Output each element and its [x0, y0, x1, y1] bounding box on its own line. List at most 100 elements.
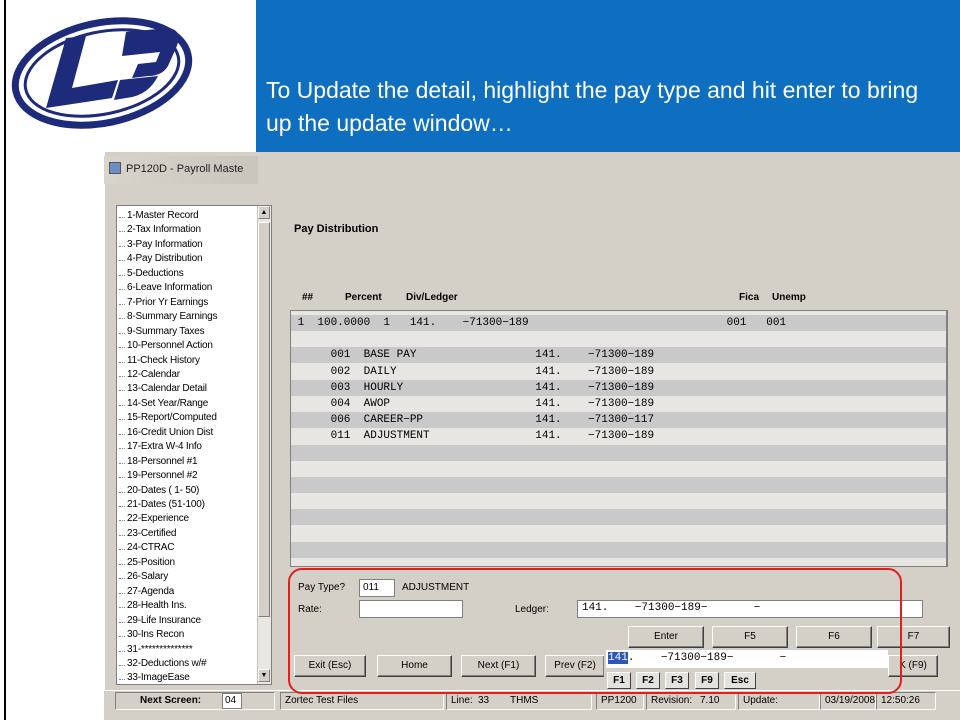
- nav-item[interactable]: 10-Personnel Action: [127, 340, 213, 351]
- rate-input[interactable]: [359, 600, 463, 618]
- nav-item[interactable]: 11-Check History: [127, 355, 200, 366]
- nav-item[interactable]: 2-Tax Information: [127, 224, 201, 235]
- popup-f1-button[interactable]: F1: [607, 672, 631, 689]
- pay-type-row[interactable]: [291, 331, 947, 347]
- update-label: Update:: [738, 692, 820, 710]
- nav-item[interactable]: 3-Pay Information: [127, 239, 203, 250]
- col-header-divledger: Div/Ledger: [406, 292, 458, 303]
- nav-item[interactable]: 33-ImageEase: [127, 672, 190, 683]
- pay-type-row[interactable]: [291, 477, 947, 493]
- pay-type-input[interactable]: 011: [359, 579, 395, 597]
- scroll-up-icon[interactable]: ▲: [258, 206, 270, 219]
- nav-tree-connector: [119, 448, 125, 450]
- nav-tree-connector: [119, 549, 125, 551]
- program-id: PP1200: [596, 692, 644, 710]
- next-button[interactable]: Next (F1): [461, 655, 536, 677]
- nav-tree-connector: [119, 318, 125, 320]
- exit-button[interactable]: Exit (Esc): [294, 655, 366, 677]
- nav-item[interactable]: 29-Life Insurance: [127, 615, 201, 626]
- nav-scroll-thumb[interactable]: [258, 222, 270, 617]
- nav-tree-connector: [119, 520, 125, 522]
- nav-item[interactable]: 32-Deductions w/#: [127, 658, 207, 669]
- prev-button[interactable]: Prev (F2): [545, 655, 605, 677]
- nav-tree-connector: [119, 563, 125, 565]
- nav-item[interactable]: 28-Health Ins.: [127, 600, 187, 611]
- company-name: Zortec Test Files: [280, 692, 444, 710]
- screen-nav-list[interactable]: 1-Master Record 2-Tax Information 3-Pay In…: [116, 205, 272, 685]
- f5-button[interactable]: F5: [712, 626, 788, 648]
- enter-button[interactable]: Enter: [628, 626, 704, 648]
- nav-item[interactable]: 6-Leave Information: [127, 282, 212, 293]
- nav-item[interactable]: 15-Report/Computed: [127, 412, 217, 423]
- nav-tree-connector: [119, 390, 125, 392]
- nav-item[interactable]: 13-Calendar Detail: [127, 383, 207, 394]
- popup-f3-button[interactable]: F3: [665, 672, 689, 689]
- ledger-input[interactable]: 141. −71300−189− −: [577, 600, 923, 618]
- nav-item[interactable]: 8-Summary Earnings: [127, 311, 218, 322]
- nav-item[interactable]: 1-Master Record: [127, 210, 199, 221]
- pay-type-row[interactable]: [291, 541, 947, 558]
- f7-button[interactable]: F7: [877, 626, 950, 648]
- pay-type-row[interactable]: [291, 558, 947, 566]
- popup-f9-button[interactable]: F9: [695, 672, 719, 689]
- nav-item[interactable]: 22-Experience: [127, 513, 189, 524]
- scroll-down-icon[interactable]: ▼: [258, 669, 270, 682]
- col-header-fica: Fica: [739, 292, 760, 303]
- line-label: Line:: [446, 692, 474, 710]
- nav-item[interactable]: 31-**************: [127, 644, 193, 655]
- pay-type-row[interactable]: 002 DAILY 141. −71300−189: [291, 364, 947, 380]
- popup-f2-button[interactable]: F2: [636, 672, 660, 689]
- next-screen-input[interactable]: 04: [222, 693, 242, 709]
- nav-tree-connector: [119, 578, 125, 580]
- ledger-label: Ledger:: [515, 604, 549, 615]
- revision-value: 7.10: [696, 692, 736, 710]
- nav-item[interactable]: 24-CTRAC: [127, 542, 174, 553]
- next-screen-label: Next Screen:: [115, 692, 275, 710]
- nav-tree-connector: [119, 491, 125, 493]
- nav-item[interactable]: 23-Certified: [127, 528, 176, 539]
- ok-button[interactable]: K (F9): [888, 655, 938, 677]
- nav-tree-connector: [119, 289, 125, 291]
- nav-item[interactable]: 20-Dates ( 1- 50): [127, 485, 199, 496]
- distribution-row[interactable]: 1 100.0000 1 141. −71300−189 001 001: [291, 315, 947, 331]
- app-icon: [109, 162, 121, 174]
- nav-tree-connector: [119, 245, 125, 247]
- nav-item[interactable]: 17-Extra W-4 Info: [127, 441, 202, 452]
- pay-type-row[interactable]: 001 BASE PAY 141. −71300−189: [291, 347, 947, 364]
- nav-item[interactable]: 12-Calendar: [127, 369, 180, 380]
- pay-type-row[interactable]: [291, 509, 947, 526]
- popup-esc-button[interactable]: Esc: [724, 672, 756, 689]
- nav-item[interactable]: 7-Prior Yr Earnings: [127, 297, 208, 308]
- home-button[interactable]: Home: [377, 655, 452, 677]
- pay-type-row[interactable]: [291, 444, 947, 461]
- nav-item[interactable]: 9-Summary Taxes: [127, 326, 205, 337]
- rate-label: Rate:: [298, 604, 322, 615]
- pay-type-row[interactable]: 004 AWOP 141. −71300−189: [291, 396, 947, 412]
- pay-type-row[interactable]: 006 CAREER−PP 141. −71300−117: [291, 412, 947, 429]
- nav-item[interactable]: 19-Personnel #2: [127, 470, 198, 481]
- pay-type-row[interactable]: [291, 493, 947, 509]
- nav-tree-connector: [119, 592, 125, 594]
- pay-type-row[interactable]: 003 HOURLY 141. −71300−189: [291, 379, 947, 396]
- nav-item[interactable]: 16-Credit Union Dist: [127, 427, 213, 438]
- nav-tree-connector: [119, 404, 125, 406]
- company-logo: [11, 17, 193, 129]
- nav-item[interactable]: 4-Pay Distribution: [127, 253, 203, 264]
- nav-tree-connector: [119, 375, 125, 377]
- pay-distribution-grid[interactable]: 1 100.0000 1 141. −71300−189 001 001 001…: [290, 310, 948, 567]
- nav-item[interactable]: 27-Agenda: [127, 586, 174, 597]
- pay-type-description: ADJUSTMENT: [402, 582, 470, 593]
- nav-item[interactable]: 26-Salary: [127, 571, 168, 582]
- pay-type-row[interactable]: 011 ADJUSTMENT 141. −71300−189: [291, 428, 947, 444]
- nav-item[interactable]: 30-Ins Recon: [127, 629, 184, 640]
- nav-item[interactable]: 21-Dates (51-100): [127, 499, 205, 510]
- nav-item[interactable]: 18-Personnel #1: [127, 456, 198, 467]
- nav-item[interactable]: 14-Set Year/Range: [127, 398, 208, 409]
- f6-button[interactable]: F6: [796, 626, 872, 648]
- nav-item[interactable]: 5-Deductions: [127, 268, 184, 279]
- nav-tree-connector: [119, 650, 125, 652]
- pay-type-row[interactable]: [291, 526, 947, 542]
- popup-ledger-input[interactable]: 141. −71300−189− −: [606, 650, 888, 668]
- pay-type-row[interactable]: [291, 461, 947, 477]
- nav-item[interactable]: 25-Position: [127, 557, 175, 568]
